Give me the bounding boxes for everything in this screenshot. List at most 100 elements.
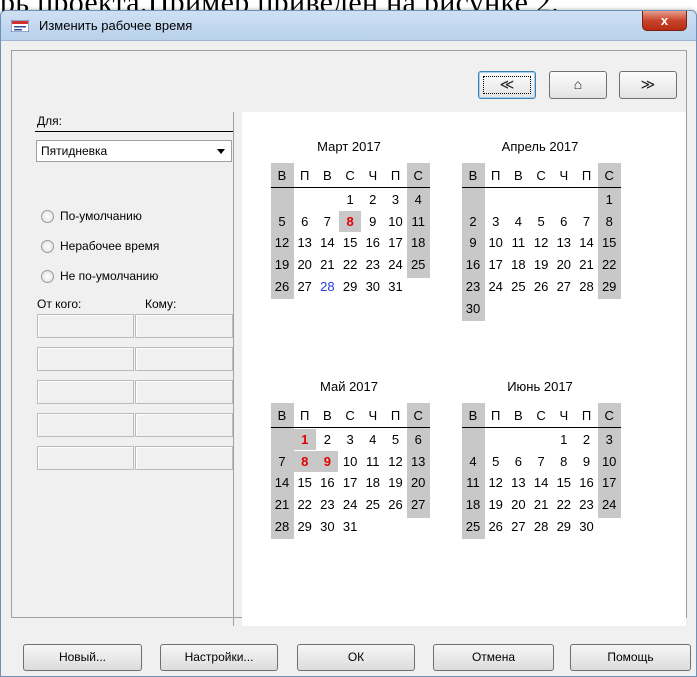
calendar-day[interactable]: 24 (385, 254, 407, 275)
settings-button[interactable]: Настройки... (160, 644, 278, 671)
from-time-field-2[interactable] (37, 347, 134, 371)
current-month-button[interactable]: ⌂ (549, 71, 607, 99)
calendar-day[interactable]: 14 (530, 472, 552, 493)
calendar-day[interactable]: 29 (553, 516, 575, 537)
calendar-day[interactable]: 4 (362, 429, 384, 450)
from-time-field-1[interactable] (37, 314, 134, 338)
calendar-day[interactable]: 22 (553, 494, 575, 515)
calendar-day[interactable]: 27 (553, 276, 575, 297)
calendar-day[interactable]: 11 (507, 232, 529, 253)
calendar-day[interactable]: 16 (362, 232, 384, 253)
from-time-field-3[interactable] (37, 380, 134, 404)
calendar-day[interactable]: 11 (462, 472, 484, 493)
calendar-day[interactable]: 6 (294, 211, 316, 232)
calendar-day[interactable]: 9 (576, 451, 598, 472)
calendar-day[interactable]: 3 (385, 189, 407, 210)
calendar-day[interactable]: 4 (407, 189, 429, 210)
calendar-day[interactable]: 24 (485, 276, 507, 297)
calendar-day[interactable]: 23 (362, 254, 384, 275)
calendar-day[interactable]: 6 (507, 451, 529, 472)
calendar-day[interactable]: 13 (507, 472, 529, 493)
help-button[interactable]: Помощь (570, 644, 691, 671)
previous-month-button[interactable]: ≪ (478, 71, 536, 99)
calendar-day[interactable]: 16 (576, 472, 598, 493)
calendar-day[interactable]: 9 (362, 211, 384, 232)
calendar-day[interactable]: 1 (598, 189, 620, 210)
from-time-field-5[interactable] (37, 446, 134, 470)
calendar-day[interactable]: 23 (576, 494, 598, 515)
calendar-day[interactable]: 21 (576, 254, 598, 275)
calendar-day[interactable]: 17 (485, 254, 507, 275)
calendar-day[interactable]: 10 (485, 232, 507, 253)
calendar-day[interactable]: 8 (598, 211, 620, 232)
calendar-day[interactable]: 1 (339, 189, 361, 210)
calendar-day[interactable]: 4 (507, 211, 529, 232)
radio-nonworking[interactable]: Нерабочее время (41, 239, 159, 253)
calendar-day[interactable]: 3 (598, 429, 620, 450)
new-button[interactable]: Новый... (23, 644, 142, 671)
calendar-day[interactable]: 31 (339, 516, 361, 537)
calendar-day[interactable]: 25 (507, 276, 529, 297)
calendar-day[interactable]: 3 (485, 211, 507, 232)
calendar-day[interactable]: 10 (598, 451, 620, 472)
calendar-day[interactable]: 14 (576, 232, 598, 253)
calendar-day[interactable]: 12 (530, 232, 552, 253)
calendar-day[interactable]: 28 (316, 276, 338, 297)
calendar-day[interactable]: 21 (271, 494, 293, 515)
calendar-day[interactable]: 25 (407, 254, 429, 275)
calendar-day[interactable]: 25 (462, 516, 484, 537)
to-time-field-4[interactable] (135, 413, 233, 437)
calendar-day[interactable]: 27 (294, 276, 316, 297)
calendar-day[interactable]: 13 (294, 232, 316, 253)
calendar-day[interactable]: 15 (553, 472, 575, 493)
calendar-day[interactable]: 29 (598, 276, 620, 297)
calendar-day[interactable]: 5 (530, 211, 552, 232)
calendar-day[interactable]: 21 (530, 494, 552, 515)
calendar-day[interactable]: 27 (407, 494, 429, 515)
calendar-day[interactable]: 13 (407, 451, 429, 472)
calendar-day[interactable]: 8 (293, 450, 316, 472)
calendar-day[interactable]: 2 (362, 189, 384, 210)
calendar-day[interactable]: 6 (553, 211, 575, 232)
calendar-day[interactable]: 10 (385, 211, 407, 232)
calendar-day[interactable]: 2 (316, 429, 338, 450)
calendar-day[interactable]: 20 (294, 254, 316, 275)
calendar-day[interactable]: 28 (271, 516, 293, 537)
calendar-day[interactable]: 17 (598, 472, 620, 493)
calendar-day[interactable]: 19 (271, 254, 293, 275)
calendar-day[interactable]: 2 (462, 211, 484, 232)
calendar-day[interactable]: 27 (507, 516, 529, 537)
calendar-day[interactable]: 30 (362, 276, 384, 297)
calendar-day[interactable]: 30 (576, 516, 598, 537)
calendar-day[interactable]: 20 (553, 254, 575, 275)
calendar-day[interactable]: 15 (598, 232, 620, 253)
calendar-day[interactable]: 9 (462, 232, 484, 253)
calendar-day[interactable]: 26 (271, 276, 293, 297)
calendar-day[interactable]: 2 (576, 429, 598, 450)
calendar-day[interactable]: 22 (339, 254, 361, 275)
calendar-day[interactable]: 19 (485, 494, 507, 515)
calendar-day[interactable]: 28 (530, 516, 552, 537)
calendar-day[interactable]: 6 (407, 429, 429, 450)
calendar-day[interactable]: 8 (553, 451, 575, 472)
calendar-day[interactable]: 16 (316, 472, 338, 493)
calendar-day[interactable]: 30 (316, 516, 338, 537)
calendar-day[interactable]: 7 (316, 211, 338, 232)
calendar-day[interactable]: 11 (362, 451, 384, 472)
calendar-day[interactable]: 14 (271, 472, 293, 493)
to-time-field-2[interactable] (135, 347, 233, 371)
calendar-day[interactable]: 8 (339, 210, 362, 232)
calendar-day[interactable]: 29 (339, 276, 361, 297)
calendar-day[interactable]: 19 (530, 254, 552, 275)
calendar-day[interactable]: 22 (294, 494, 316, 515)
calendar-day[interactable]: 26 (530, 276, 552, 297)
calendar-day[interactable]: 3 (339, 429, 361, 450)
calendar-day[interactable]: 9 (316, 450, 339, 472)
calendar-day[interactable]: 7 (530, 451, 552, 472)
calendar-day[interactable]: 7 (271, 451, 293, 472)
calendar-day[interactable]: 16 (462, 254, 484, 275)
from-time-field-4[interactable] (37, 413, 134, 437)
to-time-field-3[interactable] (135, 380, 233, 404)
calendar-day[interactable]: 12 (385, 451, 407, 472)
calendar-day[interactable]: 14 (316, 232, 338, 253)
